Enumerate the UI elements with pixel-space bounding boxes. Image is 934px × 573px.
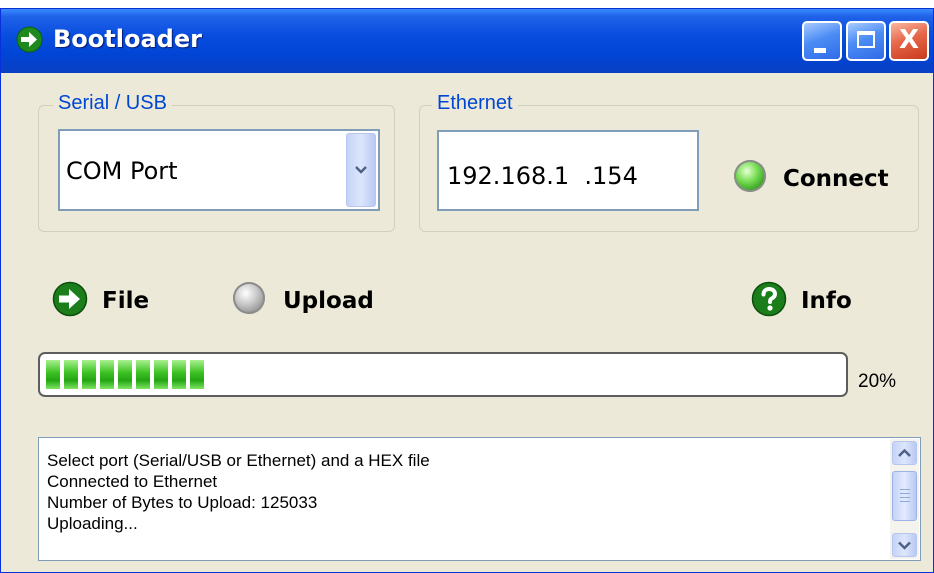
info-button[interactable]: Info [801,288,852,314]
chevron-up-icon [898,448,911,457]
close-icon: X [898,25,920,55]
ip-address-value: 192.168.1 .154 [447,162,638,190]
log-line: Select port (Serial/USB or Ethernet) and… [47,451,430,470]
help-icon[interactable] [751,281,787,317]
log-line: Uploading... [47,514,138,533]
window-title: Bootloader [53,25,202,53]
connection-status-led-icon [734,160,766,192]
grip-line [900,497,910,498]
progress-block [154,360,168,389]
ethernet-group-label: Ethernet [432,92,518,115]
serial-usb-group-label: Serial / USB [53,92,172,115]
scroll-down-button[interactable] [892,533,917,557]
progress-fill [46,360,208,389]
progress-block [136,360,150,389]
upload-button[interactable]: Upload [283,288,374,314]
minimize-icon [814,48,826,53]
log-line: Connected to Ethernet [47,472,218,491]
progress-block [46,360,60,389]
upload-progress-bar [38,352,848,397]
log-line: Number of Bytes to Upload: 125033 [47,493,318,512]
title-bar[interactable]: Bootloader X [1,9,933,73]
progress-block [172,360,186,389]
progress-block [190,360,204,389]
progress-block [118,360,132,389]
arrow-right-icon [16,26,43,53]
com-port-dropdown-button[interactable] [346,133,376,207]
chevron-down-icon [898,541,911,550]
ip-address-input[interactable]: 192.168.1 .154 [437,130,699,211]
file-button[interactable]: File [102,288,149,314]
minimize-button[interactable] [802,21,842,61]
grip-line [900,493,910,494]
progress-block [64,360,78,389]
scroll-thumb[interactable] [892,471,917,521]
com-port-select[interactable]: COM Port [58,129,380,211]
file-arrow-icon[interactable] [52,281,88,317]
status-log[interactable]: Select port (Serial/USB or Ethernet) and… [38,437,921,561]
com-port-value: COM Port [66,157,178,185]
log-lines: Select port (Serial/USB or Ethernet) and… [47,450,430,534]
close-button[interactable]: X [889,21,929,61]
chevron-down-icon [355,166,367,174]
maximize-icon [857,31,875,48]
connect-button[interactable]: Connect [783,166,889,192]
progress-block [82,360,96,389]
grip-line [900,501,910,502]
scroll-up-button[interactable] [892,441,917,465]
progress-block [100,360,114,389]
log-scrollbar[interactable] [890,439,919,559]
maximize-button[interactable] [846,21,886,61]
grip-line [900,489,910,490]
upload-status-led-icon [233,282,265,314]
bootloader-window: Bootloader X Serial / USB COM Port Ether… [0,8,934,573]
progress-percent: 20% [858,371,897,392]
